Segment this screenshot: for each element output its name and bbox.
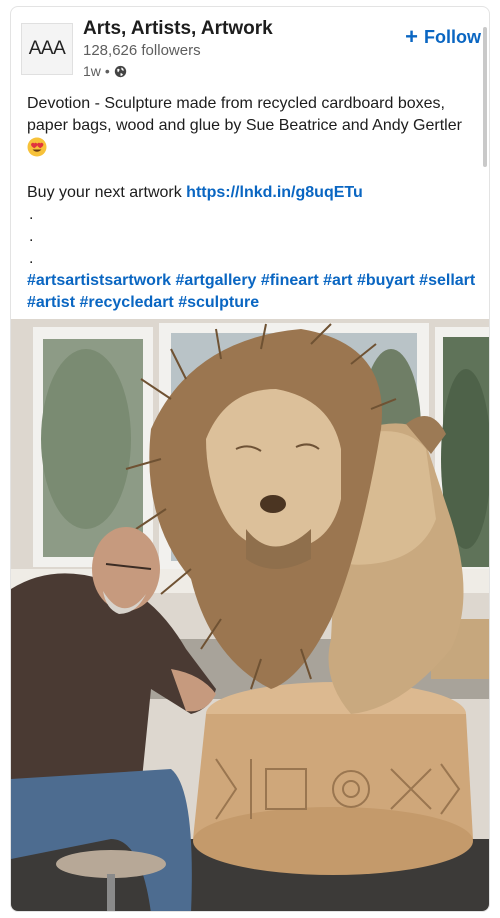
post-card: AAA Arts, Artists, Artwork 128,626 follo…: [10, 6, 490, 912]
globe-icon: [114, 65, 126, 77]
description-text: Devotion - Sculpture made from recycled …: [27, 95, 462, 134]
dot-1: .: [29, 206, 34, 223]
author-logo[interactable]: AAA: [21, 23, 73, 75]
post-time-row: 1w •: [83, 61, 273, 81]
plus-icon: +: [405, 24, 418, 49]
buy-link[interactable]: https://lnkd.in/g8uqETu: [186, 184, 363, 201]
heart-eyes-emoji-icon: [27, 137, 47, 157]
author-name[interactable]: Arts, Artists, Artwork: [83, 17, 273, 41]
logo-text: AAA: [28, 38, 66, 59]
post-text: Devotion - Sculpture made from recycled …: [27, 93, 477, 314]
post-header: AAA Arts, Artists, Artwork 128,626 follo…: [21, 17, 481, 79]
author-meta: Arts, Artists, Artwork 128,626 followers…: [83, 17, 273, 81]
hashtags[interactable]: #artsartistsartwork #artgallery #fineart…: [27, 270, 477, 314]
post-image[interactable]: [11, 319, 489, 911]
follower-count: 128,626 followers: [83, 42, 201, 59]
scrollbar[interactable]: [483, 27, 487, 167]
post-description: Devotion - Sculpture made from recycled …: [27, 93, 477, 160]
sculpture-photo: [11, 319, 489, 911]
buy-line: Buy your next artwork https://lnkd.in/g8…: [27, 182, 477, 204]
separator-dot: •: [104, 63, 110, 79]
follow-button[interactable]: + Follow: [405, 23, 481, 51]
post-time: 1w: [83, 63, 101, 79]
buy-prefix: Buy your next artwork: [27, 184, 187, 201]
dot-2: .: [29, 228, 34, 245]
dot-3: .: [29, 250, 34, 267]
follow-label: Follow: [424, 26, 481, 47]
